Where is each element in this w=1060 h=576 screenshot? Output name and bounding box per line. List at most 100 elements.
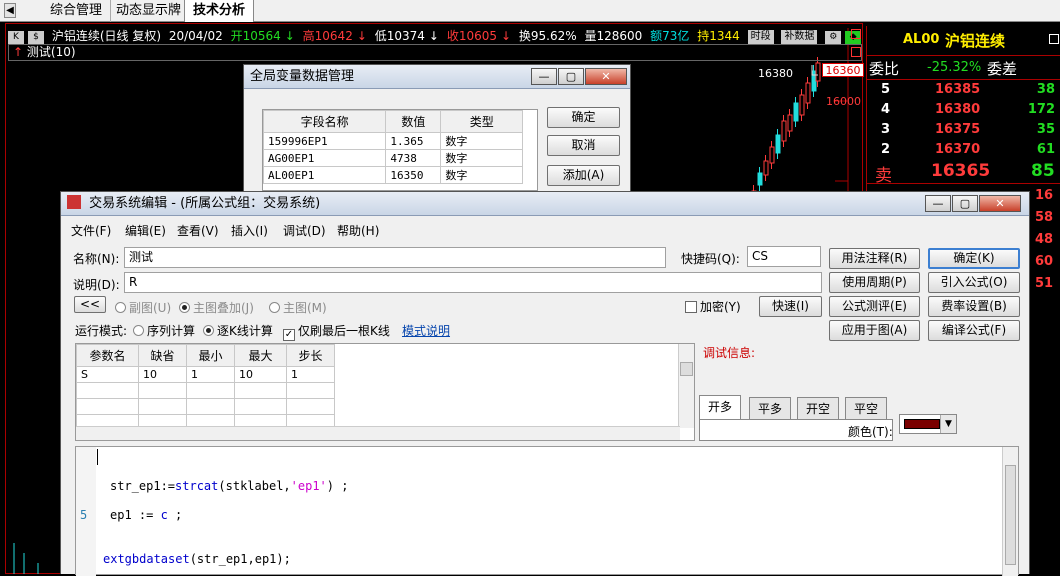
scroll-left-icon[interactable]: ◀ — [4, 3, 16, 18]
param-cell[interactable] — [138, 398, 187, 415]
maximize-icon[interactable]: ▢ — [952, 195, 978, 212]
radio-main-overlay[interactable]: 主图叠加(J) — [179, 299, 254, 316]
chevron-down-icon[interactable]: ▼ — [940, 415, 956, 433]
param-col-header[interactable]: 参数名 — [76, 344, 139, 367]
param-cell[interactable] — [76, 382, 139, 399]
var-cancel-button[interactable]: 取消 — [547, 135, 620, 156]
indicator-name: 测试(10) — [26, 45, 76, 59]
period-button[interactable]: 时段 — [747, 30, 774, 44]
shortcut-input[interactable]: CS — [747, 246, 821, 267]
editor-left-button-1[interactable]: 使用周期(P) — [829, 272, 920, 293]
editor-left-button-2[interactable]: 公式测评(E) — [829, 296, 920, 317]
var-col-header[interactable]: 字段名称 — [263, 110, 387, 133]
position-tab-0[interactable]: 开多 — [699, 395, 742, 419]
code-line-ep1: ep1 := c ; — [110, 508, 183, 522]
tab-technical-analysis[interactable]: 技术分析 — [184, 0, 255, 22]
code-vscroll[interactable] — [1002, 447, 1018, 576]
var-table-row[interactable]: AL00EP1 16350 数字 — [263, 166, 523, 184]
var-add-button[interactable]: 添加(A) — [547, 165, 620, 186]
radio-sub-chart[interactable]: 副图(U) — [115, 299, 171, 316]
position-tab-1[interactable]: 平多 — [749, 397, 792, 419]
candle-body — [757, 172, 763, 186]
param-cell[interactable]: S — [76, 366, 139, 383]
low-price: 低10374 ↓ — [374, 29, 439, 43]
param-cell[interactable]: 10 — [138, 366, 187, 383]
param-cell[interactable] — [186, 398, 235, 415]
params-vscroll[interactable] — [678, 344, 694, 428]
weicha-label: 委差 — [987, 60, 1018, 78]
menu-item-3[interactable]: 插入(I) — [231, 222, 268, 239]
position-tab-2[interactable]: 开空 — [797, 397, 840, 419]
param-cell[interactable] — [286, 382, 335, 399]
tab-dynamic-board[interactable]: 动态显示牌 — [108, 0, 191, 22]
param-cell[interactable]: 10 — [234, 366, 287, 383]
param-cell[interactable] — [138, 382, 187, 399]
radio-main-chart[interactable]: 主图(M) — [269, 299, 327, 316]
param-empty-row[interactable] — [76, 382, 335, 399]
color-select[interactable]: ▼ — [899, 414, 957, 434]
var-ok-button[interactable]: 确定 — [547, 107, 620, 128]
editor-title: 交易系统编辑 - (所属公式组：交易系统) — [89, 196, 321, 211]
param-cell[interactable] — [186, 382, 235, 399]
editor-left-button-0[interactable]: 用法注释(R) — [829, 248, 920, 269]
param-cell[interactable]: 1 — [286, 366, 335, 383]
var-table-row[interactable]: 159996EP1 1.365 数字 — [263, 132, 523, 150]
kline-toggle-button[interactable]: K — [8, 31, 24, 44]
editor-right-button-0[interactable]: 确定(K) — [928, 248, 1020, 269]
menu-item-5[interactable]: 帮助(H) — [337, 222, 379, 239]
maximize-icon[interactable]: ▢ — [558, 68, 584, 85]
collapse-button[interactable]: << — [74, 296, 106, 313]
dollar-icon[interactable]: $ — [28, 31, 44, 44]
var-table-row[interactable]: AG00EP1 4738 数字 — [263, 149, 523, 167]
param-empty-row[interactable] — [76, 398, 335, 415]
quote-close-icon[interactable] — [1049, 34, 1059, 44]
var-cell: 1.365 — [385, 132, 442, 150]
code-editor[interactable]: str_ep1:=strcat(stklabel,'ep1') ; 5 ep1 … — [75, 446, 1019, 576]
minimize-icon[interactable]: — — [531, 68, 557, 85]
param-table-row[interactable]: S 10 1 10 1 — [76, 366, 335, 383]
fast-button[interactable]: 快速(I) — [759, 296, 822, 317]
editor-right-button-2[interactable]: 费率设置(B) — [928, 296, 1020, 317]
param-cell[interactable] — [286, 398, 335, 415]
editor-left-button-3[interactable]: 应用于图(A) — [829, 320, 920, 341]
encrypt-checkbox[interactable]: 加密(Y) — [685, 298, 741, 315]
gear-icon[interactable]: ⚙ — [825, 31, 842, 44]
param-cell[interactable] — [234, 398, 287, 415]
menu-item-2[interactable]: 查看(V) — [177, 222, 219, 239]
mode-sequential-radio[interactable]: 序列计算 — [133, 322, 195, 339]
params-hscroll[interactable] — [76, 426, 680, 440]
mode-per-kline-radio[interactable]: 逐K线计算 — [203, 322, 273, 339]
var-table-frame: 字段名称 数值 类型 159996EP1 1.365 数字 AG00EP1 4738 数字 AL… — [262, 109, 538, 191]
name-input[interactable]: 测试 — [124, 247, 666, 268]
param-cell[interactable] — [76, 398, 139, 415]
panel-toggle-icon[interactable] — [851, 47, 861, 57]
line-number-5: 5 — [80, 508, 88, 522]
params-vscroll-thumb[interactable] — [680, 362, 693, 376]
param-cell[interactable] — [234, 382, 287, 399]
menu-item-4[interactable]: 调试(D) — [283, 222, 326, 239]
minimize-icon[interactable]: — — [925, 195, 951, 212]
shortcut-label: 快捷码(Q): — [681, 252, 740, 266]
menu-item-0[interactable]: 文件(F) — [71, 222, 111, 239]
param-col-header[interactable]: 步长 — [286, 344, 335, 367]
editor-right-button-1[interactable]: 引入公式(O) — [928, 272, 1020, 293]
editor-right-button-3[interactable]: 编译公式(F) — [928, 320, 1020, 341]
tab-comprehensive[interactable]: 综合管理 — [42, 0, 112, 22]
param-cell[interactable]: 1 — [186, 366, 235, 383]
open-interest: 持1344 — [697, 29, 740, 43]
only-last-kline-checkbox[interactable]: ✓ 仅刷最后一根K线 — [283, 322, 390, 341]
close-icon[interactable]: ✕ — [979, 195, 1021, 212]
var-col-header[interactable]: 类型 — [440, 110, 523, 133]
close-icon[interactable]: ✕ — [585, 68, 627, 85]
param-col-header[interactable]: 缺省 — [138, 344, 187, 367]
code-vscroll-thumb[interactable] — [1005, 465, 1016, 565]
param-col-header[interactable]: 最大 — [234, 344, 287, 367]
position-tab-3[interactable]: 平空 — [845, 397, 888, 419]
param-col-header[interactable]: 最小 — [186, 344, 235, 367]
var-col-header[interactable]: 数值 — [385, 110, 442, 133]
desc-input[interactable]: R — [124, 272, 822, 293]
panel-close-icon[interactable] — [851, 29, 861, 39]
fill-data-button[interactable]: 补数据 — [781, 30, 818, 44]
menu-item-1[interactable]: 编辑(E) — [125, 222, 166, 239]
mode-help-link[interactable]: 模式说明 — [402, 322, 450, 339]
